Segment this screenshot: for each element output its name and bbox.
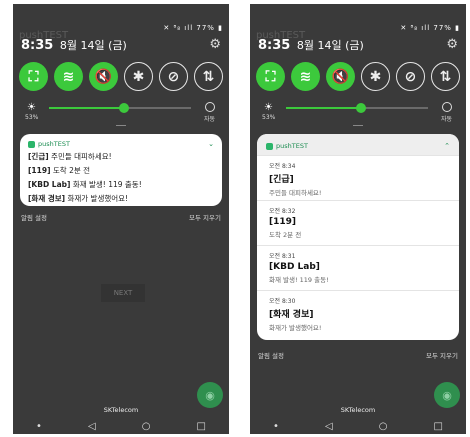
- rotation-lock-icon[interactable]: ⊘: [159, 62, 188, 91]
- auto-brightness-icon[interactable]: [442, 102, 452, 112]
- carrier-label: SKTelecom: [103, 406, 139, 414]
- notification-title: [긴급]: [269, 175, 294, 185]
- notification-title: [화재 경보]: [269, 310, 314, 320]
- notification-time: 오전 8:30: [269, 298, 296, 305]
- notification-settings-button[interactable]: 알림 설정: [21, 212, 47, 222]
- chevron-down-icon[interactable]: ⌄: [208, 140, 214, 148]
- notification-line: [긴급] 주민들 대피하세요!: [28, 152, 112, 161]
- wifi-icon[interactable]: ≋: [54, 62, 83, 91]
- brightness-icon: ☀: [27, 102, 36, 113]
- brightness-icon: ☀: [264, 102, 273, 113]
- sound-mute-icon[interactable]: 🔇: [326, 62, 355, 91]
- notification-header[interactable]: pushTEST ⌄: [28, 140, 214, 148]
- notification-body: 화재가 발생했어요!: [269, 324, 322, 332]
- brightness-row: ☀ 53% 자동: [262, 102, 454, 123]
- brightness-slider-fill: [49, 107, 125, 109]
- fab-button[interactable]: ◉: [434, 382, 460, 408]
- clear-all-button[interactable]: 모두 지우기: [189, 212, 221, 222]
- wifi-icon[interactable]: ≋: [291, 62, 320, 91]
- notification-card[interactable]: pushTEST ⌄ [긴급] 주민들 대피하세요! [119] 도착 2분 전…: [20, 134, 222, 206]
- eye-icon: ◉: [442, 388, 452, 402]
- recent-apps-icon[interactable]: □: [197, 421, 206, 432]
- notification-item[interactable]: 오전 8:31 [KBD Lab] 화재 발생! 119 출동!: [257, 245, 459, 290]
- clear-all-button[interactable]: 모두 지우기: [426, 350, 458, 360]
- notification-title: [119]: [269, 217, 297, 227]
- brightness-percent: 53%: [25, 114, 39, 121]
- clock-date: 8월 14일 (금): [296, 39, 364, 52]
- panel-handle[interactable]: [116, 125, 126, 126]
- notification-line: [KBD Lab] 화재 발생! 119 출동!: [28, 180, 142, 189]
- next-button[interactable]: NEXT: [101, 284, 145, 302]
- auto-brightness-label: 자동: [203, 116, 215, 123]
- brightness-slider[interactable]: [286, 103, 428, 113]
- app-icon: [28, 140, 35, 148]
- panel-handle[interactable]: [353, 125, 363, 126]
- notification-settings-button[interactable]: 알림 설정: [258, 350, 284, 360]
- notification-item[interactable]: 오전 8:32 [119] 도착 2분 전: [257, 200, 459, 245]
- notification-card-expanded[interactable]: pushTEST ⌃ 오전 8:34 [긴급] 주민들 대피하세요! 오전 8:…: [257, 134, 459, 340]
- brightness-slider-thumb[interactable]: [356, 103, 367, 113]
- notification-time: 오전 8:31: [269, 253, 296, 260]
- notification-actions: 알림 설정 모두 지우기: [21, 212, 221, 222]
- clock-date: 8월 14일 (금): [59, 39, 127, 52]
- chevron-up-icon[interactable]: ⌃: [444, 142, 450, 150]
- screen-capture-icon[interactable]: ⛶: [256, 62, 285, 91]
- gear-icon[interactable]: ⚙: [446, 37, 458, 52]
- notification-body: 도착 2분 전: [269, 231, 302, 239]
- brightness-slider-fill: [286, 107, 362, 109]
- nav-dot-icon[interactable]: •: [36, 421, 42, 432]
- status-icons: ✕ ⁸₈ ıll 77% ▮: [163, 24, 223, 32]
- notification-header[interactable]: pushTEST ⌃: [257, 134, 459, 155]
- nav-dot-icon[interactable]: •: [273, 421, 279, 432]
- notification-title: [KBD Lab]: [269, 262, 320, 272]
- notification-time: 오전 8:34: [269, 163, 296, 170]
- clock-time: 8:35: [258, 38, 291, 53]
- notification-time: 오전 8:32: [269, 208, 296, 215]
- notification-item[interactable]: 오전 8:34 [긴급] 주민들 대피하세요!: [257, 155, 459, 200]
- bluetooth-icon[interactable]: ✱: [124, 62, 153, 91]
- screen-capture-icon[interactable]: ⛶: [19, 62, 48, 91]
- notification-app-name: pushTEST: [38, 140, 70, 148]
- gear-icon[interactable]: ⚙: [209, 37, 221, 52]
- status-icons: ✕ ⁸₈ ıll 77% ▮: [400, 24, 460, 32]
- nav-bar: • ◁ ○ □: [250, 418, 466, 434]
- phone-screen-collapsed: pushTEST ✕ ⁸₈ ıll 77% ▮ 8:35 8월 14일 (금) …: [13, 4, 229, 434]
- eye-icon: ◉: [205, 388, 215, 402]
- notification-line: [119] 도착 2분 전: [28, 166, 91, 175]
- home-icon[interactable]: ○: [142, 421, 151, 432]
- brightness-slider-thumb[interactable]: [119, 103, 130, 113]
- carrier-label: SKTelecom: [340, 406, 376, 414]
- app-icon: [266, 142, 273, 150]
- notification-body: 주민들 대피하세요!: [269, 189, 322, 197]
- brightness-percent: 53%: [262, 114, 276, 121]
- nav-bar: • ◁ ○ □: [13, 418, 229, 434]
- quick-settings-tiles: ⛶ ≋ 🔇 ✱ ⊘ ⇅: [19, 62, 223, 92]
- data-transfer-icon[interactable]: ⇅: [431, 62, 460, 91]
- auto-brightness-label: 자동: [440, 116, 452, 123]
- home-icon[interactable]: ○: [379, 421, 388, 432]
- sound-mute-icon[interactable]: 🔇: [89, 62, 118, 91]
- clock-time: 8:35: [21, 38, 54, 53]
- notification-line: [화재 경보] 화재가 발생했어요!: [28, 194, 129, 203]
- bluetooth-icon[interactable]: ✱: [361, 62, 390, 91]
- rotation-lock-icon[interactable]: ⊘: [396, 62, 425, 91]
- clock: 8:35 8월 14일 (금): [258, 37, 364, 53]
- brightness-slider[interactable]: [49, 103, 191, 113]
- notification-body: 화재 발생! 119 출동!: [269, 276, 329, 284]
- notification-item[interactable]: 오전 8:30 [화재 경보] 화재가 발생했어요!: [257, 290, 459, 335]
- notification-actions: 알림 설정 모두 지우기: [258, 350, 458, 360]
- recent-apps-icon[interactable]: □: [434, 421, 443, 432]
- clock: 8:35 8월 14일 (금): [21, 37, 127, 53]
- back-icon[interactable]: ◁: [325, 421, 333, 432]
- auto-brightness-icon[interactable]: [205, 102, 215, 112]
- quick-settings-tiles: ⛶ ≋ 🔇 ✱ ⊘ ⇅: [256, 62, 460, 92]
- fab-button[interactable]: ◉: [197, 382, 223, 408]
- back-icon[interactable]: ◁: [88, 421, 96, 432]
- notification-app-name: pushTEST: [276, 142, 308, 150]
- phone-screen-expanded: pushTEST ✕ ⁸₈ ıll 77% ▮ 8:35 8월 14일 (금) …: [250, 4, 466, 434]
- brightness-row: ☀ 53% 자동: [25, 102, 217, 123]
- data-transfer-icon[interactable]: ⇅: [194, 62, 223, 91]
